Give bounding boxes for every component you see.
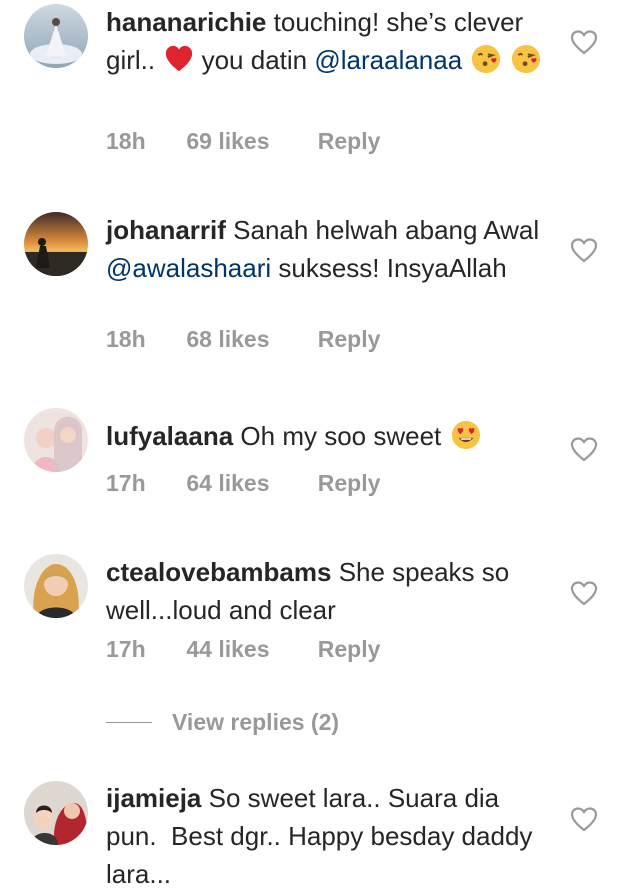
view-replies-label[interactable]: View replies (2): [172, 709, 339, 736]
red-heart-icon: [166, 45, 193, 72]
likes-count[interactable]: 64 likes: [186, 470, 311, 497]
like-heart-icon[interactable]: [570, 237, 598, 263]
comment-text-2: suksess! InsyaAllah: [278, 253, 507, 283]
avatar[interactable]: [24, 4, 88, 68]
comment-meta: 17h 44 likes Reply: [106, 636, 380, 663]
username[interactable]: johanarrif: [106, 215, 226, 245]
reply-button[interactable]: Reply: [318, 636, 381, 663]
like-heart-icon[interactable]: [570, 580, 598, 606]
face-blowing-kiss-icon: [511, 44, 540, 74]
avatar[interactable]: [24, 781, 88, 845]
username[interactable]: hananarichie: [106, 7, 266, 37]
comment-text: Oh my soo sweet: [240, 421, 442, 451]
mention-link[interactable]: @laraalanaa: [314, 45, 462, 75]
comment-text: Sanah helwah abang Awal: [233, 215, 540, 245]
timestamp: 18h: [106, 128, 146, 154]
likes-count[interactable]: 68 likes: [186, 326, 311, 353]
avatar[interactable]: [24, 408, 88, 472]
heart-eyes-face-icon: [451, 420, 480, 450]
avatar[interactable]: [24, 554, 88, 618]
mention-link[interactable]: @awalashaari: [106, 253, 271, 283]
comment-meta: 17h 64 likes Reply: [106, 470, 380, 497]
comment-meta: 18h 68 likes Reply: [106, 326, 380, 353]
timestamp: 17h: [106, 470, 146, 496]
divider: [106, 721, 152, 723]
view-replies-button[interactable]: View replies (2): [106, 705, 339, 739]
avatar[interactable]: [24, 212, 88, 276]
face-blowing-kiss-icon: [472, 44, 501, 74]
username[interactable]: ijamieja: [106, 783, 201, 813]
like-heart-icon[interactable]: [570, 436, 598, 462]
reply-button[interactable]: Reply: [318, 326, 381, 353]
reply-button[interactable]: Reply: [318, 470, 381, 497]
reply-button[interactable]: Reply: [318, 128, 381, 155]
comment-text-2: you datin: [201, 45, 308, 75]
like-heart-icon[interactable]: [570, 29, 598, 55]
comment-meta: 18h 69 likes Reply: [106, 128, 380, 155]
username[interactable]: lufyalaana: [106, 421, 233, 451]
likes-count[interactable]: 69 likes: [186, 128, 311, 155]
timestamp: 17h: [106, 636, 146, 662]
username[interactable]: ctealovebambams: [106, 557, 331, 587]
timestamp: 18h: [106, 326, 146, 352]
likes-count[interactable]: 44 likes: [186, 636, 311, 663]
like-heart-icon[interactable]: [570, 806, 598, 832]
